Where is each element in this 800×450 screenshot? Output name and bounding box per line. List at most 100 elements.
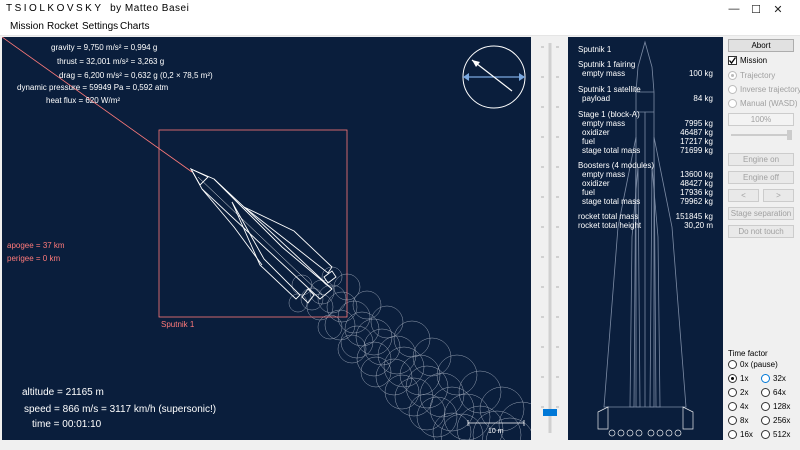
row-label: empty mass: [582, 170, 626, 179]
radio-icon: [761, 374, 770, 383]
section-header: Stage 1 (block-A): [578, 110, 640, 119]
stage-separation-button[interactable]: Stage separation: [728, 207, 794, 220]
trajectory-label: Trajectory: [740, 71, 776, 80]
speed-readout: speed = 866 m/s = 3117 km/h (supersonic!…: [24, 404, 217, 415]
row-label: fuel: [582, 137, 595, 146]
perigee-readout: perigee = 0 km: [7, 254, 61, 263]
menu-settings[interactable]: Settings: [82, 21, 118, 32]
do-not-touch-button[interactable]: Do not touch: [728, 225, 794, 238]
row-label: stage total mass: [582, 197, 641, 206]
row-label: oxidizer: [582, 179, 610, 188]
total-mass-value: 151845 kg: [675, 212, 713, 221]
gravity-readout: gravity = 9,750 m/s² = 0,994 g: [51, 43, 158, 52]
time-factor-label: 16x: [740, 430, 753, 439]
time-factor-16x[interactable]: 16x: [728, 430, 753, 439]
altitude-readout: altitude = 21165 m: [22, 387, 104, 398]
zoom-slider[interactable]: [533, 37, 563, 440]
radio-icon: [728, 85, 737, 94]
app-window: TSIOLKOVSKY by Matteo Basei — ☐ ✕ Missio…: [0, 0, 800, 450]
mission-label: Mission: [740, 56, 768, 65]
rocket-name: Sputnik 1: [578, 45, 612, 54]
prev-button[interactable]: <: [728, 189, 759, 202]
zoom-slider-track: [541, 43, 559, 433]
radio-icon: [728, 416, 737, 425]
time-factor-8x[interactable]: 8x: [728, 416, 748, 425]
row-value: 17936 kg: [680, 188, 713, 197]
flight-view[interactable]: Sputnik 1 10 m gravity = 9,750 m/s² = 0,…: [2, 37, 531, 440]
time-factor-256x[interactable]: 256x: [761, 416, 790, 425]
time-factor-0x[interactable]: 0x (pause): [728, 360, 778, 369]
time-factor-label: 0x (pause): [740, 360, 778, 369]
inverse-trajectory-radio[interactable]: Inverse trajectory: [728, 85, 800, 94]
section-header: Sputnik 1 fairing: [578, 60, 636, 69]
close-icon: ✕: [773, 3, 783, 16]
next-button[interactable]: >: [763, 189, 794, 202]
app-name: TSIOLKOVSKY: [6, 3, 104, 14]
target-box: [158, 129, 348, 318]
time-readout: time = 00:01:10: [32, 419, 102, 430]
time-factor-label: Time factor: [728, 349, 768, 358]
menu-charts[interactable]: Charts: [120, 21, 149, 32]
engine-on-button[interactable]: Engine on: [728, 153, 794, 166]
radio-icon: [761, 388, 770, 397]
radio-icon: [728, 388, 737, 397]
radio-icon: [728, 99, 737, 108]
time-factor-label: 2x: [740, 388, 749, 397]
inverse-trajectory-label: Inverse trajectory: [740, 85, 800, 94]
row-label: empty mass: [582, 69, 626, 78]
row-value: 71699 kg: [680, 146, 713, 155]
total-mass-label: rocket total mass: [578, 212, 639, 221]
heat-flux-readout: heat flux = 620 W/m²: [46, 96, 121, 105]
row-value: 46487 kg: [680, 128, 713, 137]
time-factor-128x[interactable]: 128x: [761, 402, 790, 411]
app-author: by Matteo Basei: [110, 3, 190, 14]
close-button[interactable]: ✕: [756, 0, 800, 18]
time-factor-32x[interactable]: 32x: [761, 374, 786, 383]
time-factor-label: 128x: [773, 402, 791, 411]
engine-off-button[interactable]: Engine off: [728, 171, 794, 184]
time-factor-label: 1x: [740, 374, 749, 383]
thrust-readout: thrust = 32,001 m/s² = 3,263 g: [57, 57, 165, 66]
checkbox-icon[interactable]: [728, 56, 737, 65]
row-value: 13600 kg: [680, 170, 713, 179]
time-factor-label: 32x: [773, 374, 786, 383]
manual-radio[interactable]: Manual (WASD): [728, 99, 798, 108]
mission-checkbox[interactable]: Mission: [728, 56, 767, 65]
time-factor-512x[interactable]: 512x: [761, 430, 790, 439]
time-factor-label: 256x: [773, 416, 791, 425]
radio-icon: [761, 416, 770, 425]
target-label: Sputnik 1: [161, 320, 195, 329]
time-factor-4x[interactable]: 4x: [728, 402, 748, 411]
time-factor-1x[interactable]: 1x: [728, 374, 748, 383]
menu-mission[interactable]: Mission: [10, 21, 44, 32]
total-height-label: rocket total height: [578, 221, 642, 230]
radio-icon: [728, 71, 737, 80]
drag-readout: drag = 6,200 m/s² = 0,632 g (0,2 × 78,5 …: [59, 71, 213, 80]
abort-button[interactable]: Abort: [728, 39, 794, 52]
radio-icon: [761, 430, 770, 439]
time-factor-64x[interactable]: 64x: [761, 388, 786, 397]
row-label: stage total mass: [582, 146, 641, 155]
menu-bar: Mission Rocket Settings Charts: [0, 18, 800, 36]
row-label: oxidizer: [582, 128, 610, 137]
zoom-slider-thumb[interactable]: [543, 409, 557, 416]
radio-icon: [728, 430, 737, 439]
dynamic-pressure-readout: dynamic pressure = 59949 Pa = 0,592 atm: [17, 83, 169, 92]
trajectory-radio[interactable]: Trajectory: [728, 71, 775, 80]
window-title: TSIOLKOVSKY by Matteo Basei: [6, 3, 189, 14]
row-label: empty mass: [582, 119, 626, 128]
throttle-field[interactable]: 100%: [728, 113, 794, 126]
row-value: 17217 kg: [680, 137, 713, 146]
manual-label: Manual (WASD): [740, 99, 798, 108]
time-factor-2x[interactable]: 2x: [728, 388, 748, 397]
menu-rocket[interactable]: Rocket: [47, 21, 78, 32]
rocket-panel: Sputnik 1 Sputnik 1 fairing empty mass 1…: [568, 37, 723, 440]
section-header: Boosters (4 modules): [578, 161, 655, 170]
row-value: 7995 kg: [684, 119, 713, 128]
radio-icon: [728, 360, 737, 369]
row-value: 84 kg: [693, 94, 713, 103]
throttle-slider[interactable]: [728, 128, 794, 142]
radio-icon: [728, 402, 737, 411]
throttle-slider-thumb[interactable]: [787, 130, 792, 140]
total-height-value: 30,20 m: [684, 221, 713, 230]
